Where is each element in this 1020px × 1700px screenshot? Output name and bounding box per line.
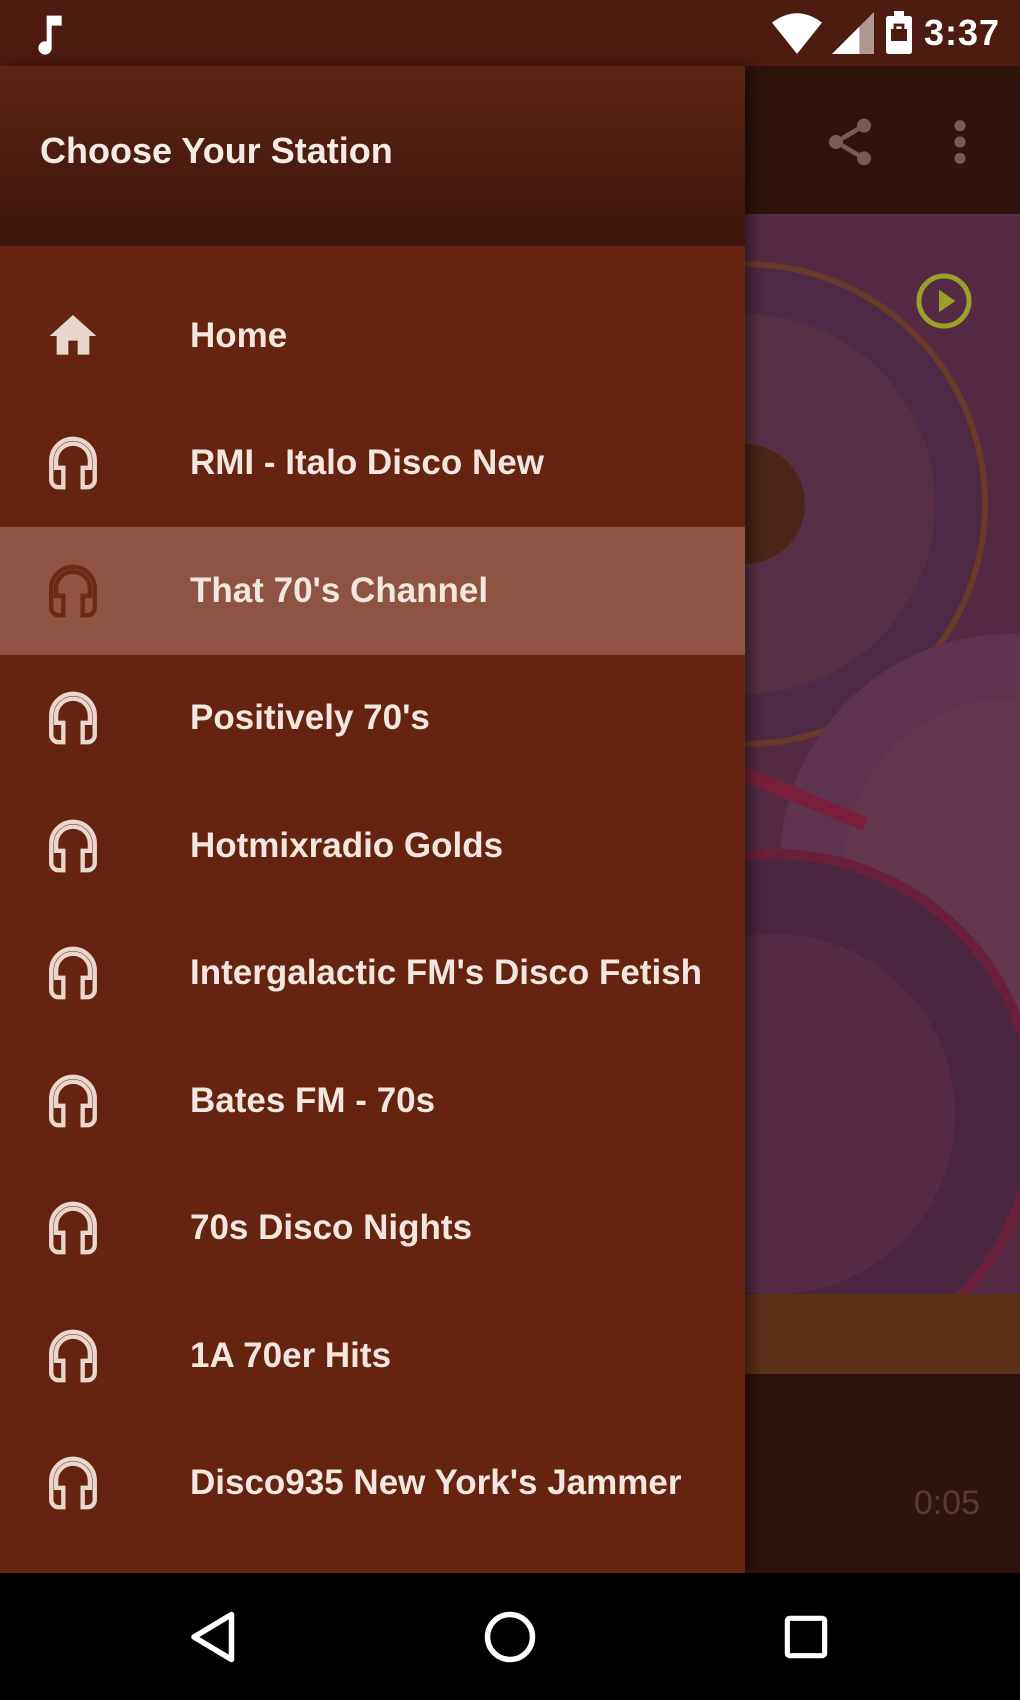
drawer-item-home[interactable]: Home	[0, 272, 745, 400]
share-icon	[829, 118, 871, 166]
drawer-item-station[interactable]: Disco935 New York's Jammer	[0, 1420, 745, 1548]
battery-icon	[885, 11, 912, 54]
overflow-menu-icon	[954, 120, 966, 164]
drawer-item-label: 70s Disco Nights	[190, 1208, 473, 1248]
play-button[interactable]	[913, 270, 975, 332]
share-button[interactable]	[820, 112, 880, 172]
drawer-item-label: Positively 70's	[190, 698, 430, 738]
elapsed-time: 0:05	[913, 1484, 980, 1522]
signal-icon	[831, 12, 874, 54]
drawer-item-station-selected[interactable]: That 70's Channel	[0, 527, 745, 655]
drawer-item-label: Intergalactic FM's Disco Fetish	[190, 953, 703, 993]
player-bar: 0:05	[745, 1374, 1020, 1573]
recents-icon	[784, 1615, 828, 1659]
home-icon	[44, 307, 102, 365]
play-circle-icon	[916, 273, 972, 329]
back-button[interactable]	[172, 1595, 256, 1679]
music-note-icon	[38, 15, 62, 55]
recents-button[interactable]	[764, 1595, 848, 1679]
home-button[interactable]	[468, 1595, 552, 1679]
drawer-item-label: Bates FM - 70s	[190, 1080, 436, 1120]
drawer-item-station[interactable]: Hotmixradio Golds	[0, 782, 745, 910]
drawer-item-station[interactable]: RMI - Italo Disco New	[0, 400, 745, 528]
headphones-icon	[44, 689, 102, 747]
drawer-item-label: That 70's Channel	[190, 570, 489, 610]
headphones-icon	[44, 944, 102, 1002]
headphones-icon	[44, 562, 102, 620]
headphones-icon	[44, 1072, 102, 1130]
drawer-item-station[interactable]: 70s Disco Nights	[0, 1165, 745, 1293]
clock: 3:37	[923, 12, 1000, 53]
drawer-title: Choose Your Station	[40, 130, 393, 171]
headphones-icon	[44, 434, 102, 492]
drawer-header: Choose Your Station	[0, 66, 745, 246]
headphones-icon	[44, 1327, 102, 1385]
drawer-item-station[interactable]: Bates FM - 70s	[0, 1037, 745, 1165]
navigation-bar	[0, 1573, 1020, 1700]
drawer-item-label: 1A 70er Hits	[190, 1335, 392, 1375]
drawer-item-station[interactable]: Positively 70's	[0, 655, 745, 783]
drawer-item-label: Home	[190, 315, 288, 355]
status-bar: 3:37	[0, 0, 1020, 66]
wifi-icon	[771, 13, 822, 54]
album-art	[745, 214, 1020, 1374]
overflow-menu-button[interactable]	[935, 112, 985, 172]
headphones-icon	[44, 1454, 102, 1512]
back-icon	[191, 1611, 235, 1663]
home-circle-icon	[484, 1611, 536, 1663]
headphones-icon	[44, 817, 102, 875]
drawer-item-station[interactable]: 1A 70er Hits	[0, 1292, 745, 1420]
drawer-item-label: RMI - Italo Disco New	[190, 443, 544, 483]
navigation-drawer: Choose Your Station Home RMI - Italo Dis…	[0, 66, 745, 1573]
drawer-item-label: Hotmixradio Golds	[190, 825, 504, 865]
station-list: Home RMI - Italo Disco New That 70's Cha…	[0, 272, 745, 1547]
headphones-icon	[44, 1199, 102, 1257]
drawer-item-station[interactable]: Intergalactic FM's Disco Fetish	[0, 910, 745, 1038]
drawer-item-label: Disco935 New York's Jammer	[190, 1463, 682, 1503]
